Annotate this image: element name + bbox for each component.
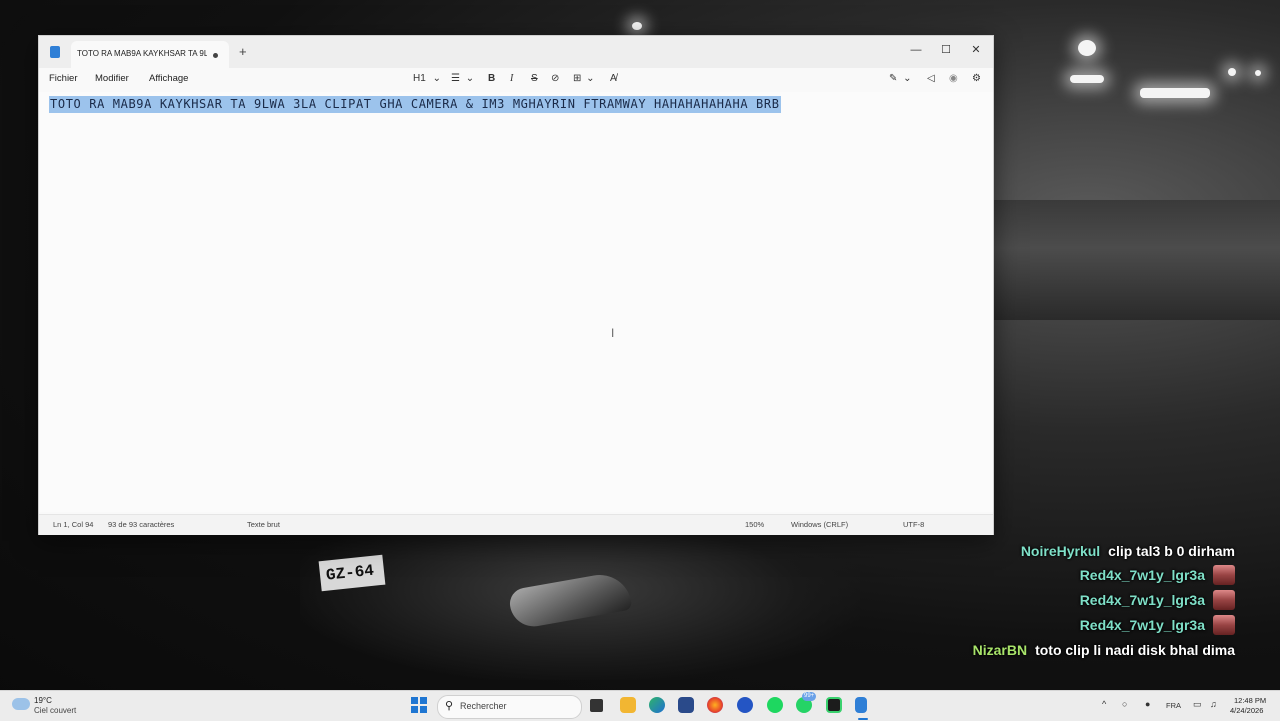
zoom-level[interactable]: 150%: [745, 520, 764, 529]
clear-formatting-icon[interactable]: A̸: [610, 73, 617, 84]
chat-emote-icon: [1213, 615, 1235, 635]
background-light: [1070, 75, 1104, 83]
text-editor-area[interactable]: TOTO RA MAB9A KAYKHSAR TA 9LWA 3LA CLIPA…: [39, 92, 993, 512]
chevron-down-icon: ⌄: [465, 73, 475, 84]
search-placeholder: Rechercher: [460, 701, 507, 711]
title-bar[interactable]: TOTO RA MAB9A KAYKHSAR TA 9L' + — ☐ ✕: [39, 36, 993, 68]
chevron-down-icon: ⌄: [432, 73, 441, 84]
table-dropdown[interactable]: ⊞ ⌄: [573, 73, 595, 84]
chat-username: Red4x_7w1y_lgr3a: [1079, 567, 1205, 583]
taskbar-search-input[interactable]: ⚲ Rechercher: [437, 695, 582, 719]
chevron-down-icon: ⌄: [586, 73, 595, 84]
new-tab-button[interactable]: +: [239, 44, 247, 59]
notepad-window: TOTO RA MAB9A KAYKHSAR TA 9L' + — ☐ ✕ Fi…: [38, 35, 994, 535]
language-indicator[interactable]: FRA: [1166, 701, 1181, 710]
menu-bar: Fichier Modifier Affichage H1 ⌄ ☰ ⌄ B I …: [39, 68, 993, 92]
background-road: [990, 200, 1280, 320]
minimize-button[interactable]: —: [901, 40, 931, 60]
chat-message: Red4x_7w1y_lgr3a: [1080, 564, 1235, 586]
list-dropdown[interactable]: ☰ ⌄: [451, 73, 474, 84]
task-view-icon[interactable]: [590, 699, 603, 712]
tab-document[interactable]: TOTO RA MAB9A KAYKHSAR TA 9L': [71, 41, 229, 68]
list-icon: ☰: [451, 73, 460, 84]
heading-dropdown[interactable]: H1 ⌄: [413, 73, 441, 84]
settings-gear-icon[interactable]: ⚙: [972, 73, 981, 84]
chat-message: Red4x_7w1y_lgr3a: [1080, 614, 1235, 636]
browser-app-icon[interactable]: [737, 697, 753, 713]
windows-start-icon[interactable]: [411, 697, 427, 713]
line-ending[interactable]: Windows (CRLF): [791, 520, 848, 529]
text-cursor-icon: I: [611, 326, 615, 340]
copilot-dropdown[interactable]: ✎ ⌄: [889, 73, 912, 84]
menu-file[interactable]: Fichier: [49, 73, 78, 84]
account-icon[interactable]: ◉: [949, 73, 958, 84]
chevron-down-icon: ⌄: [903, 73, 912, 84]
selected-document-text[interactable]: TOTO RA MAB9A KAYKHSAR TA 9LWA 3LA CLIPA…: [49, 96, 781, 113]
menu-edit[interactable]: Modifier: [95, 73, 129, 84]
chat-username: NoireHyrkul: [1020, 543, 1101, 559]
notepad-taskbar-icon[interactable]: [855, 697, 867, 713]
background-light: [1140, 88, 1210, 98]
background-light: [632, 22, 642, 30]
share-icon[interactable]: ◁: [927, 73, 935, 84]
firefox-icon[interactable]: [707, 697, 723, 713]
notification-badge: 99+: [802, 692, 817, 701]
tray-overflow-chevron-icon[interactable]: ^: [1102, 699, 1106, 709]
chat-message-text: toto clip li nadi disk bhal dima: [1035, 642, 1235, 658]
heading-label: H1: [413, 73, 426, 84]
display-icon[interactable]: ▭: [1193, 699, 1202, 710]
chat-message-text: clip tal3 b 0 dirham: [1108, 543, 1235, 559]
edge-browser-icon[interactable]: [649, 697, 665, 713]
character-count: 93 de 93 caractères: [108, 520, 175, 529]
unsaved-dot-icon[interactable]: [213, 53, 218, 58]
italic-button[interactable]: I: [510, 73, 513, 84]
cursor-position: Ln 1, Col 94: [53, 520, 94, 529]
weather-description[interactable]: Ciel couvert: [34, 706, 76, 715]
close-button[interactable]: ✕: [961, 40, 991, 60]
chat-message: NoireHyrkul clip tal3 b 0 dirham: [1021, 540, 1235, 562]
table-icon: ⊞: [573, 73, 582, 84]
bold-button[interactable]: B: [488, 73, 495, 84]
background-light: [1078, 40, 1096, 56]
chat-username: Red4x_7w1y_lgr3a: [1079, 617, 1205, 633]
tab-title: TOTO RA MAB9A KAYKHSAR TA 9L': [77, 49, 207, 58]
clock-date[interactable]: 4/24/2026: [1230, 706, 1263, 715]
network-icon[interactable]: ○: [1122, 699, 1127, 709]
notepad-app-icon: [50, 46, 60, 58]
document-format[interactable]: Texte brut: [247, 520, 280, 529]
taskbar: 19°C Ciel couvert ⚲ Rechercher 99+ ^ ○ ●…: [0, 690, 1280, 721]
search-icon: ⚲: [445, 700, 454, 712]
file-explorer-icon[interactable]: [620, 697, 636, 713]
chat-emote-icon: [1213, 565, 1235, 585]
link-icon[interactable]: ⊘: [551, 73, 559, 84]
copilot-icon: ✎: [889, 73, 898, 84]
volume-icon[interactable]: ♫: [1210, 699, 1217, 709]
encoding[interactable]: UTF-8: [903, 520, 924, 529]
strikethrough-button[interactable]: S: [531, 73, 538, 84]
microphone-icon[interactable]: ●: [1145, 699, 1150, 709]
weather-temperature[interactable]: 19°C: [34, 696, 52, 705]
store-icon[interactable]: [678, 697, 694, 713]
maximize-button[interactable]: ☐: [931, 40, 961, 60]
status-bar: Ln 1, Col 94 93 de 93 caractères Texte b…: [39, 514, 993, 535]
terminal-app-icon[interactable]: [826, 697, 842, 713]
background-light: [1228, 68, 1236, 76]
chat-message: Red4x_7w1y_lgr3a: [1080, 589, 1235, 611]
menu-view[interactable]: Affichage: [149, 73, 188, 84]
chat-message: NizarBN toto clip li nadi disk bhal dima: [973, 639, 1235, 661]
cloud-weather-icon[interactable]: [12, 698, 30, 710]
spotify-icon[interactable]: [767, 697, 783, 713]
clock-time[interactable]: 12:48 PM: [1234, 696, 1266, 705]
chat-username: Red4x_7w1y_lgr3a: [1079, 592, 1205, 608]
chat-emote-icon: [1213, 590, 1235, 610]
chat-username: NizarBN: [972, 642, 1028, 658]
background-light: [1255, 70, 1261, 76]
